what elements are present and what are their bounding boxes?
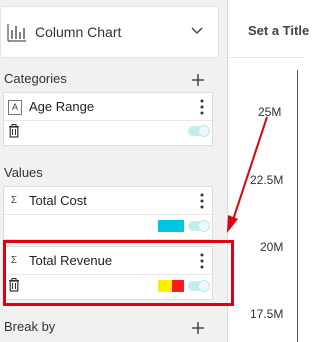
toggle-switch[interactable] bbox=[188, 125, 210, 137]
toggle-knob bbox=[198, 125, 210, 137]
field-label-age-range: Age Range bbox=[29, 99, 95, 114]
chart-type-selector[interactable]: Column Chart bbox=[0, 6, 219, 58]
field-row: A Age Range bbox=[4, 93, 212, 121]
chevron-down-icon[interactable] bbox=[191, 27, 203, 35]
chart-title-placeholder[interactable]: Set a Title bbox=[248, 23, 309, 38]
field-card-age-range: A Age Range bbox=[3, 92, 213, 146]
add-category-icon[interactable] bbox=[192, 74, 204, 86]
break-by-title: Break by bbox=[4, 319, 56, 334]
categories-title: Categories bbox=[4, 71, 67, 86]
chart-type-label: Column Chart bbox=[35, 24, 122, 40]
y-tick-label: 17.5M bbox=[250, 307, 284, 321]
text-type-icon: A bbox=[8, 100, 22, 115]
values-title: Values bbox=[4, 165, 43, 180]
field-row: Σ Total Cost bbox=[4, 187, 212, 215]
field-card-total-cost: Σ Total Cost bbox=[3, 186, 213, 240]
sum-icon: Σ bbox=[10, 195, 18, 206]
column-chart-icon bbox=[7, 24, 26, 42]
more-options-icon[interactable] bbox=[199, 193, 205, 209]
trash-icon[interactable] bbox=[8, 124, 20, 138]
header-divider bbox=[228, 57, 303, 58]
toggle-switch[interactable] bbox=[188, 220, 210, 232]
field-label-total-cost: Total Cost bbox=[29, 193, 87, 208]
y-tick-label: 20M bbox=[260, 240, 284, 254]
annotation-arrow-icon bbox=[227, 116, 268, 233]
add-break-by-icon[interactable] bbox=[192, 322, 204, 334]
more-options-icon[interactable] bbox=[199, 99, 205, 115]
toggle-knob bbox=[198, 220, 210, 232]
highlight-box bbox=[3, 240, 234, 306]
color-swatch[interactable] bbox=[158, 220, 184, 232]
y-axis-line bbox=[297, 70, 298, 342]
